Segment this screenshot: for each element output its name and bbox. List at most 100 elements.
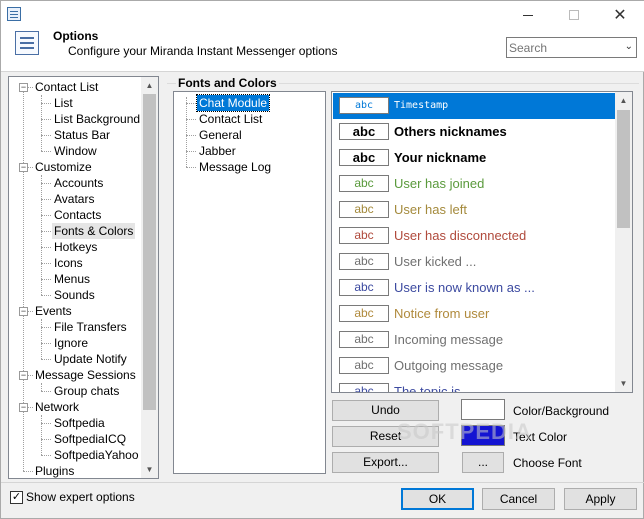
scroll-down-icon[interactable]: ▼ bbox=[141, 461, 158, 478]
tree-item-group-chats[interactable]: Group chats bbox=[52, 383, 121, 399]
tree-item-fonts-colors[interactable]: Fonts & Colors bbox=[52, 223, 136, 239]
collapse-icon[interactable]: − bbox=[19, 307, 28, 316]
tree-item-hotkeys[interactable]: Hotkeys bbox=[52, 239, 99, 255]
tree-item-softpediaicq[interactable]: SoftpediaICQ bbox=[52, 431, 128, 447]
tree-item-list[interactable]: List bbox=[52, 95, 75, 111]
tree-item-file-transfers[interactable]: File Transfers bbox=[52, 319, 129, 335]
font-name-label: Your nickname bbox=[394, 150, 487, 165]
search-combo[interactable]: ⌄ bbox=[506, 37, 637, 58]
font-list-scrollbar[interactable]: ▲ ▼ bbox=[615, 92, 632, 392]
category-item[interactable]: Chat Module bbox=[195, 94, 271, 112]
tree-item-ignore[interactable]: Ignore bbox=[52, 335, 90, 351]
tree-connector bbox=[41, 103, 51, 104]
font-category-tree[interactable]: Chat Module Contact List General Jabber Mess… bbox=[173, 91, 326, 474]
tree-connector bbox=[41, 151, 51, 152]
show-expert-label[interactable]: Show expert options bbox=[26, 490, 135, 504]
title-bar: ✕ bbox=[1, 1, 644, 29]
options-tree[interactable]: ▲ ▼ − Contact List List List Background Stat… bbox=[8, 76, 159, 479]
tree-connector bbox=[186, 135, 196, 136]
collapse-icon[interactable]: − bbox=[19, 403, 28, 412]
ok-button[interactable]: OK bbox=[401, 488, 474, 510]
font-row[interactable]: abc Notice from user bbox=[333, 301, 615, 327]
tree-item-update-notify[interactable]: Update Notify bbox=[52, 351, 129, 367]
tree-item-contact-list[interactable]: Contact List bbox=[33, 79, 100, 95]
tree-connector bbox=[41, 183, 51, 184]
options-dialog: ✕ Options Configure your Miranda Instant… bbox=[0, 0, 644, 519]
tree-item-menus[interactable]: Menus bbox=[52, 271, 92, 287]
font-row[interactable]: abc Others nicknames bbox=[333, 119, 615, 145]
choose-font-button[interactable]: ... bbox=[462, 452, 504, 473]
tree-item-window[interactable]: Window bbox=[52, 143, 99, 159]
tree-item-list-background[interactable]: List Background bbox=[52, 111, 142, 127]
collapse-icon[interactable]: − bbox=[19, 83, 28, 92]
tree-item-sounds[interactable]: Sounds bbox=[52, 287, 97, 303]
scroll-down-icon[interactable]: ▼ bbox=[615, 375, 632, 392]
font-name-label: User has disconnected bbox=[394, 228, 527, 243]
font-name-label: Others nicknames bbox=[394, 124, 507, 139]
tree-item-icons[interactable]: Icons bbox=[52, 255, 85, 271]
show-expert-checkbox[interactable]: ✓ bbox=[10, 491, 23, 504]
undo-button[interactable]: Undo bbox=[332, 400, 439, 421]
maximize-icon bbox=[569, 10, 579, 20]
cancel-button[interactable]: Cancel bbox=[482, 488, 555, 510]
category-item[interactable]: Contact List bbox=[197, 111, 264, 127]
font-row[interactable]: abc Outgoing message bbox=[333, 353, 615, 379]
maximize-button bbox=[551, 1, 597, 29]
font-preview-swatch: abc bbox=[339, 279, 389, 296]
font-row[interactable]: abc User is now known as ... bbox=[333, 275, 615, 301]
category-item[interactable]: General bbox=[197, 127, 244, 143]
tree-item-message-sessions[interactable]: Message Sessions bbox=[33, 367, 138, 383]
font-list[interactable]: ▲ ▼ abc Timestamp abc Others nicknames abc Yo… bbox=[331, 91, 633, 393]
scroll-thumb[interactable] bbox=[617, 110, 630, 228]
tree-connector bbox=[23, 87, 24, 471]
font-row[interactable]: abc User kicked ... bbox=[333, 249, 615, 275]
tree-item-contacts[interactable]: Contacts bbox=[52, 207, 103, 223]
export-button[interactable]: Export... bbox=[332, 452, 439, 473]
font-row[interactable]: abc Your nickname bbox=[333, 145, 615, 171]
minimize-icon bbox=[523, 14, 533, 16]
font-row[interactable]: abc User has joined bbox=[333, 171, 615, 197]
tree-item-softpediayahoo[interactable]: SoftpediaYahoo bbox=[52, 447, 141, 463]
chevron-down-icon: ⌄ bbox=[624, 41, 633, 52]
background-color-picker[interactable] bbox=[461, 399, 505, 420]
tree-item-avatars[interactable]: Avatars bbox=[52, 191, 96, 207]
tree-scrollbar[interactable]: ▲ ▼ bbox=[141, 77, 158, 478]
tree-connector bbox=[41, 327, 51, 328]
font-name-label: User has left bbox=[394, 202, 467, 217]
tree-item-softpedia[interactable]: Softpedia bbox=[52, 415, 107, 431]
tree-item-customize[interactable]: Customize bbox=[33, 159, 94, 175]
minimize-button[interactable] bbox=[505, 1, 551, 29]
softpedia-watermark: SOFTPEDIA bbox=[397, 419, 532, 444]
tree-connector bbox=[186, 103, 196, 104]
font-name-label: Incoming message bbox=[394, 332, 504, 347]
tree-item-accounts[interactable]: Accounts bbox=[52, 175, 105, 191]
header-divider bbox=[1, 71, 644, 72]
tree-connector bbox=[186, 119, 196, 120]
category-item[interactable]: Message Log bbox=[197, 159, 273, 175]
font-preview-swatch: abc bbox=[339, 97, 389, 114]
tree-item-network[interactable]: Network bbox=[33, 399, 81, 415]
search-input[interactable] bbox=[507, 38, 617, 57]
tree-connector bbox=[186, 97, 187, 167]
font-row[interactable]: abc Incoming message bbox=[333, 327, 615, 353]
tree-connector bbox=[41, 279, 51, 280]
font-row[interactable]: abc Timestamp bbox=[333, 93, 615, 119]
close-button[interactable]: ✕ bbox=[597, 1, 643, 29]
scroll-thumb[interactable] bbox=[143, 94, 156, 410]
tree-item-status-bar[interactable]: Status Bar bbox=[52, 127, 112, 143]
apply-button[interactable]: Apply bbox=[564, 488, 637, 510]
scroll-up-icon[interactable]: ▲ bbox=[141, 77, 158, 94]
collapse-icon[interactable]: − bbox=[19, 371, 28, 380]
collapse-icon[interactable]: − bbox=[19, 163, 28, 172]
tree-item-plugins[interactable]: Plugins bbox=[33, 463, 76, 478]
footer-divider bbox=[1, 482, 644, 483]
category-item[interactable]: Jabber bbox=[197, 143, 238, 159]
font-name-label: User has joined bbox=[394, 176, 485, 191]
scroll-up-icon[interactable]: ▲ bbox=[615, 92, 632, 109]
font-row[interactable]: abc The topic is ... bbox=[333, 379, 615, 392]
tree-item-events[interactable]: Events bbox=[33, 303, 74, 319]
font-row[interactable]: abc User has left bbox=[333, 197, 615, 223]
font-name-label: User is now known as ... bbox=[394, 280, 535, 295]
font-row[interactable]: abc User has disconnected bbox=[333, 223, 615, 249]
app-icon bbox=[7, 7, 21, 21]
